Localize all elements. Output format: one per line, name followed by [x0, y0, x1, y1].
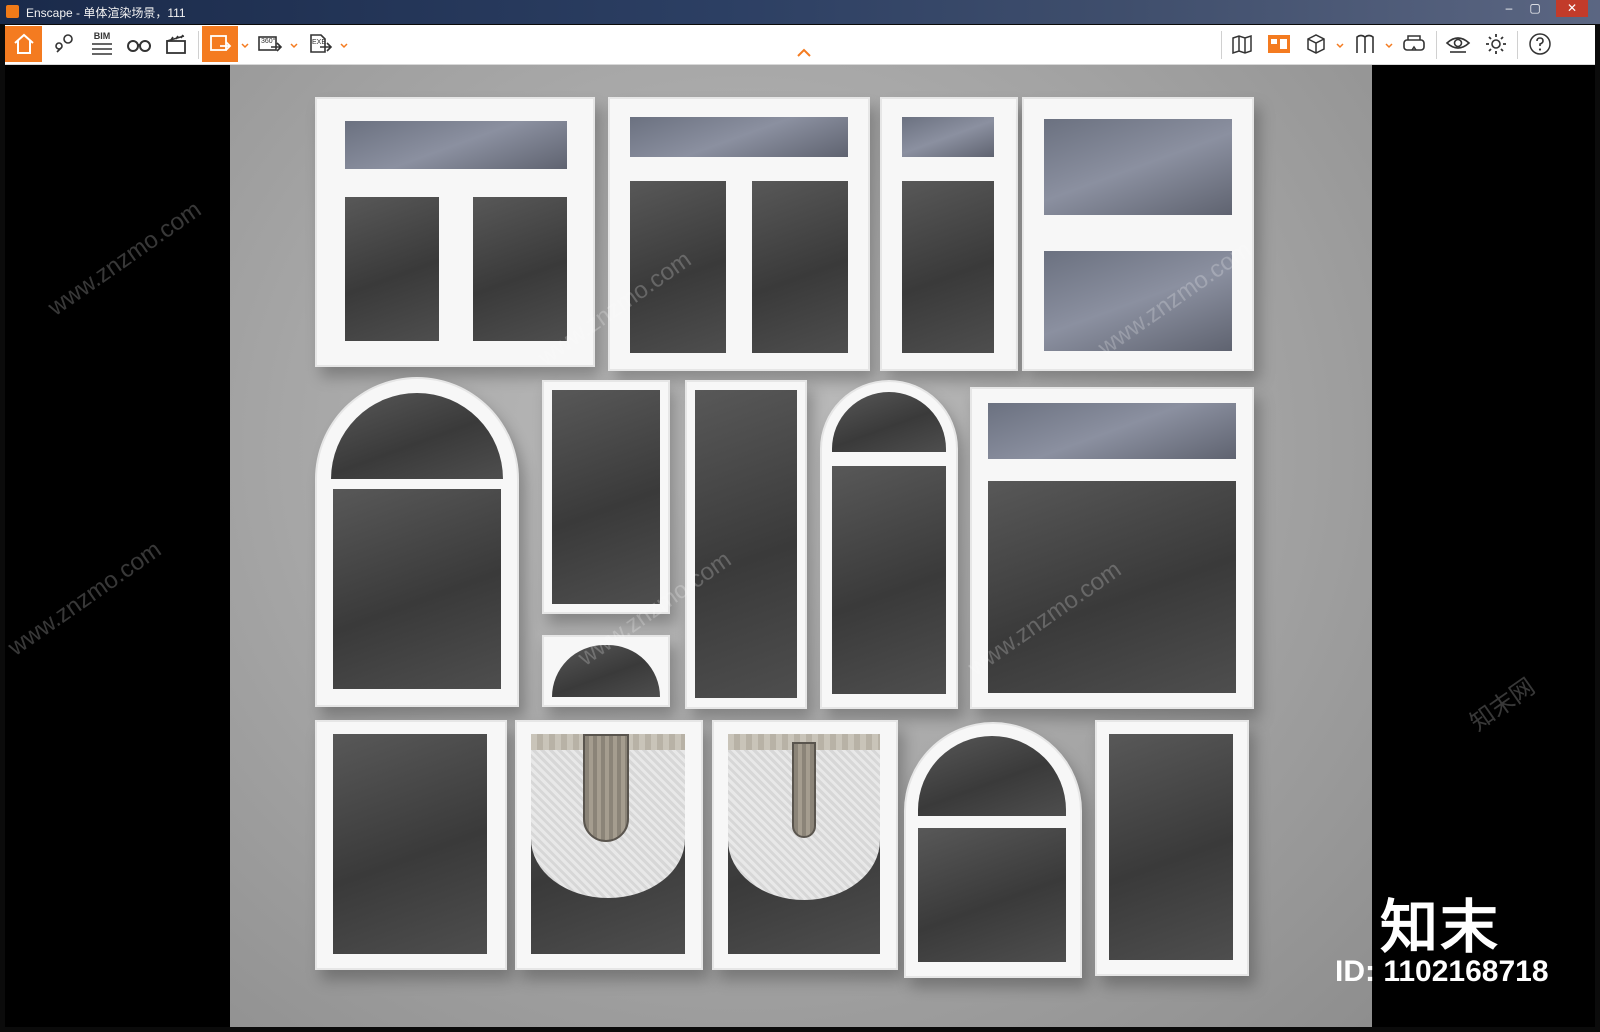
rendered-scene[interactable]	[230, 65, 1372, 1027]
video-editor-button[interactable]	[159, 26, 193, 62]
view-management-button[interactable]	[1299, 26, 1333, 62]
navigation-button[interactable]	[47, 26, 81, 62]
minimize-button[interactable]: ‒	[1496, 0, 1522, 17]
window-model	[685, 380, 807, 709]
watermark-cn: 知末网	[1465, 673, 1540, 737]
render-export-icon	[208, 32, 232, 56]
vr-headset-icon	[1401, 32, 1427, 56]
maximize-button[interactable]: ▢	[1522, 0, 1548, 17]
panorama-dropdown[interactable]	[290, 37, 298, 49]
collapse-toolbar-button[interactable]	[796, 46, 812, 58]
enscape-toolbar: BIM 360° EXE	[5, 25, 1595, 65]
toolbar-separator	[1221, 31, 1222, 59]
exe-export-dropdown[interactable]	[340, 37, 348, 49]
map-pin-icon	[52, 32, 76, 56]
bim-icon	[90, 41, 114, 57]
brand-logo: 知末	[1380, 895, 1501, 960]
section-button[interactable]	[1348, 26, 1382, 62]
window-model	[608, 97, 870, 371]
render-viewport[interactable]: www.znzmo.com www.znzmo.com www.znzmo.co…	[3, 65, 1595, 1027]
binoculars-button[interactable]	[122, 26, 156, 62]
settings-button[interactable]	[1479, 26, 1513, 62]
bim-button[interactable]: BIM	[85, 26, 119, 62]
toolbar-separator	[1517, 31, 1518, 59]
enscape-app-icon	[6, 5, 19, 18]
help-icon	[1528, 32, 1552, 56]
exe-label: EXE	[312, 39, 327, 46]
panorama-360-icon: 360°	[257, 32, 283, 56]
asset-library-button[interactable]	[1262, 26, 1296, 62]
help-button[interactable]	[1523, 26, 1557, 62]
section-dropdown[interactable]	[1385, 37, 1393, 49]
close-button[interactable]: ✕	[1556, 0, 1588, 17]
window-model	[820, 380, 958, 709]
window-model	[542, 380, 670, 614]
window-model	[970, 387, 1254, 709]
window-title: Enscape - 单体渲染场景，111	[26, 6, 186, 20]
panorama-label: 360°	[261, 38, 276, 45]
asset-library-icon	[1267, 33, 1291, 55]
exe-export-button[interactable]: EXE	[302, 26, 338, 62]
exe-export-icon: EXE	[307, 32, 333, 56]
map-button[interactable]	[1225, 26, 1259, 62]
window-model	[315, 720, 507, 970]
home-button[interactable]	[5, 26, 42, 62]
panorama-button[interactable]: 360°	[252, 26, 288, 62]
window-model	[712, 720, 898, 970]
window-model	[515, 720, 703, 970]
render-export-button[interactable]	[202, 26, 238, 62]
map-location-icon	[1230, 32, 1254, 56]
title-bar: Enscape - 单体渲染场景，111 ‒ ▢ ✕	[0, 0, 1600, 24]
asset-id: ID: 1102168718	[1335, 955, 1549, 988]
toolbar-separator	[198, 31, 199, 59]
render-export-dropdown[interactable]	[241, 37, 249, 49]
clapboard-icon	[164, 32, 188, 56]
watermark-text: www.znzmo.com	[43, 195, 207, 322]
vr-headset-button[interactable]	[1397, 26, 1431, 62]
window-model	[880, 97, 1018, 371]
watermark-text: www.znzmo.com	[3, 535, 167, 662]
view-management-dropdown[interactable]	[1336, 37, 1344, 49]
visual-settings-icon	[1445, 33, 1471, 55]
binoculars-icon	[126, 34, 152, 54]
window-model	[315, 377, 519, 707]
settings-gear-icon	[1484, 32, 1508, 56]
bim-label: BIM	[93, 30, 111, 41]
cube-view-icon	[1304, 32, 1328, 56]
window-model	[315, 97, 595, 367]
toolbar-separator	[1436, 31, 1437, 59]
window-model	[1095, 720, 1249, 976]
window-model	[904, 722, 1082, 978]
home-icon	[12, 32, 36, 56]
visual-settings-button[interactable]	[1441, 26, 1475, 62]
section-icon	[1353, 32, 1377, 56]
